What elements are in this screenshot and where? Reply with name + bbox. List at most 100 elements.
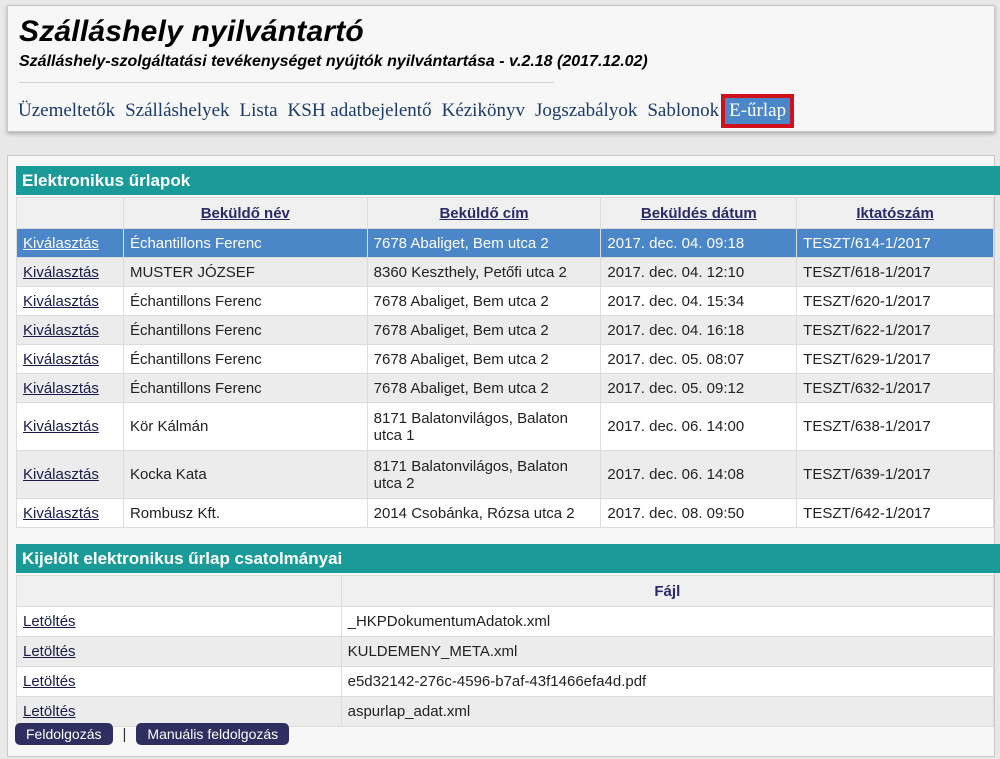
nav-kezikonyv[interactable]: Kézikönyv: [442, 100, 525, 122]
select-link[interactable]: Kiválasztás: [23, 505, 99, 522]
select-link-cell: Kiválasztás: [16, 373, 124, 403]
col-header-sender-address[interactable]: Beküldő cím: [366, 197, 602, 229]
select-link[interactable]: Kiválasztás: [23, 293, 99, 310]
nav-ksh-adatbejelento[interactable]: KSH adatbejelentő: [288, 100, 432, 122]
cell-sender-address-cell: 7678 Abaliget, Bem utca 2: [366, 315, 602, 345]
table-row[interactable]: Kiválasztás Kocka Kata 8171 Balatonvilágos…: [16, 450, 994, 499]
cell-sender-address-cell: 2014 Csobánka, Rózsa utca 2: [366, 498, 602, 528]
select-link-cell: Kiválasztás: [16, 286, 124, 316]
main-nav: Üzemeltetők Szálláshelyek Lista KSH adat…: [18, 94, 800, 128]
attachments-table: Fájl Letöltés _HKPDokumentumAdatok.xml Let…: [16, 575, 995, 727]
download-link[interactable]: Letöltés: [23, 643, 76, 660]
cell-sent-date-cell: 2017. dec. 05. 09:12: [600, 373, 798, 403]
col-header-action: [16, 197, 124, 229]
cell-reference-number-cell: TESZT/638-1/2017: [796, 402, 994, 451]
cell-sender-name-cell: Kör Kálmán: [122, 402, 368, 451]
select-link-cell: Kiválasztás: [16, 228, 124, 258]
select-link[interactable]: Kiválasztás: [23, 466, 99, 483]
cell-sent-date-cell: 2017. dec. 08. 09:50: [600, 498, 798, 528]
download-cell: Letöltés: [16, 606, 342, 637]
nav-uzemeltetok[interactable]: Üzemeltetők: [18, 100, 115, 122]
cell-reference-number-cell: TESZT/642-1/2017: [796, 498, 994, 528]
file-name: KULDEMENY_META.xml: [340, 636, 995, 667]
manual-process-button[interactable]: Manuális feldolgozás: [136, 723, 290, 745]
select-link[interactable]: Kiválasztás: [23, 264, 99, 281]
button-separator: |: [122, 725, 127, 743]
select-link-cell: Kiválasztás: [16, 402, 124, 451]
attachment-row: Letöltés KULDEMENY_META.xml: [16, 636, 995, 667]
download-link[interactable]: Letöltés: [23, 673, 76, 690]
cell-sender-address-cell: 7678 Abaliget, Bem utca 2: [366, 228, 602, 258]
select-link-cell: Kiválasztás: [16, 498, 124, 528]
cell-sender-name-cell: Kocka Kata: [122, 450, 368, 499]
download-link[interactable]: Letöltés: [23, 703, 76, 720]
forms-section-title: Elektronikus űrlapok: [16, 166, 1000, 195]
cell-sender-name-cell: Échantillons Ferenc: [122, 344, 368, 374]
select-link[interactable]: Kiválasztás: [23, 235, 99, 252]
nav-e-urlap[interactable]: E-űrlap: [721, 94, 795, 128]
action-buttons: Feldolgozás | Manuális feldolgozás: [15, 723, 290, 745]
col-header-sender-name[interactable]: Beküldő név: [122, 197, 368, 229]
select-link[interactable]: Kiválasztás: [23, 351, 99, 368]
app-header: Szálláshely nyilvántartó Szálláshely-szo…: [7, 5, 995, 132]
cell-sent-date-cell: 2017. dec. 06. 14:00: [600, 402, 798, 451]
table-row[interactable]: Kiválasztás Échantillons Ferenc 7678 Abali…: [16, 286, 994, 316]
select-link-cell: Kiválasztás: [16, 315, 124, 345]
nav-sablonok[interactable]: Sablonok: [647, 100, 719, 122]
col-header-sent-date[interactable]: Beküldés dátum: [600, 197, 798, 229]
cell-sender-address-cell: 7678 Abaliget, Bem utca 2: [366, 344, 602, 374]
cell-sender-name-cell: Échantillons Ferenc: [122, 286, 368, 316]
download-cell: Letöltés: [16, 696, 342, 727]
table-row[interactable]: Kiválasztás Échantillons Ferenc 7678 Abali…: [16, 315, 994, 345]
col-header-download: [16, 575, 342, 607]
header-divider: [19, 82, 554, 83]
cell-reference-number-cell: TESZT/639-1/2017: [796, 450, 994, 499]
col-header-reference-number[interactable]: Iktatószám: [796, 197, 994, 229]
cell-reference-number-cell: TESZT/620-1/2017: [796, 286, 994, 316]
content-panel: Elektronikus űrlapok Beküldő név Beküldő…: [7, 155, 1000, 757]
table-row[interactable]: Kiválasztás Kör Kálmán 8171 Balatonvilágos…: [16, 402, 994, 451]
cell-reference-number-cell: TESZT/622-1/2017: [796, 315, 994, 345]
table-row[interactable]: Kiválasztás Échantillons Ferenc 7678 Abali…: [16, 344, 994, 374]
app-title: Szálláshely nyilvántartó: [19, 15, 364, 48]
col-header-file: Fájl: [340, 575, 995, 607]
process-button[interactable]: Feldolgozás: [15, 723, 113, 745]
file-name: e5d32142-276c-4596-b7af-43f1466efa4d.pdf: [340, 666, 995, 697]
cell-sender-name-cell: Échantillons Ferenc: [122, 373, 368, 403]
cell-sent-date-cell: 2017. dec. 04. 16:18: [600, 315, 798, 345]
cell-sent-date-cell: 2017. dec. 04. 09:18: [600, 228, 798, 258]
select-link-cell: Kiválasztás: [16, 344, 124, 374]
table-row[interactable]: Kiválasztás Rombusz Kft. 2014 Csobánka, Ró…: [16, 498, 994, 528]
attachment-row: Letöltés aspurlap_adat.xml: [16, 696, 995, 727]
select-link[interactable]: Kiválasztás: [23, 418, 99, 435]
cell-sender-address-cell: 7678 Abaliget, Bem utca 2: [366, 373, 602, 403]
table-row[interactable]: Kiválasztás Échantillons Ferenc 7678 Abali…: [16, 373, 994, 403]
cell-sent-date-cell: 2017. dec. 04. 12:10: [600, 257, 798, 287]
cell-reference-number-cell: TESZT/629-1/2017: [796, 344, 994, 374]
cell-sender-name-cell: Échantillons Ferenc: [122, 228, 368, 258]
cell-sent-date-cell: 2017. dec. 06. 14:08: [600, 450, 798, 499]
cell-sender-address-cell: 7678 Abaliget, Bem utca 2: [366, 286, 602, 316]
cell-reference-number-cell: TESZT/614-1/2017: [796, 228, 994, 258]
nav-jogszabalyok[interactable]: Jogszabályok: [535, 100, 637, 122]
download-cell: Letöltés: [16, 666, 342, 697]
file-name: aspurlap_adat.xml: [340, 696, 995, 727]
cell-sender-address-cell: 8171 Balatonvilágos, Balaton utca 1: [366, 402, 602, 451]
select-link[interactable]: Kiválasztás: [23, 380, 99, 397]
cell-sender-address-cell: 8171 Balatonvilágos, Balaton utca 2: [366, 450, 602, 499]
download-link[interactable]: Letöltés: [23, 613, 76, 630]
cell-sender-address-cell: 8360 Keszthely, Petőfi utca 2: [366, 257, 602, 287]
cell-reference-number-cell: TESZT/632-1/2017: [796, 373, 994, 403]
table-row[interactable]: Kiválasztás MUSTER JÓZSEF 8360 Keszthely, …: [16, 257, 994, 287]
file-name: _HKPDokumentumAdatok.xml: [340, 606, 995, 637]
table-row[interactable]: Kiválasztás Échantillons Ferenc 7678 Abali…: [16, 228, 994, 258]
app-subtitle: Szálláshely-szolgáltatási tevékenységet …: [19, 53, 648, 70]
cell-reference-number-cell: TESZT/618-1/2017: [796, 257, 994, 287]
cell-sender-name-cell: Échantillons Ferenc: [122, 315, 368, 345]
cell-sender-name-cell: MUSTER JÓZSEF: [122, 257, 368, 287]
forms-table: Beküldő név Beküldő cím Beküldés dátum I…: [16, 197, 994, 528]
nav-lista[interactable]: Lista: [240, 100, 278, 122]
cell-sent-date-cell: 2017. dec. 05. 08:07: [600, 344, 798, 374]
select-link[interactable]: Kiválasztás: [23, 322, 99, 339]
nav-szallashelyek[interactable]: Szálláshelyek: [125, 100, 229, 122]
